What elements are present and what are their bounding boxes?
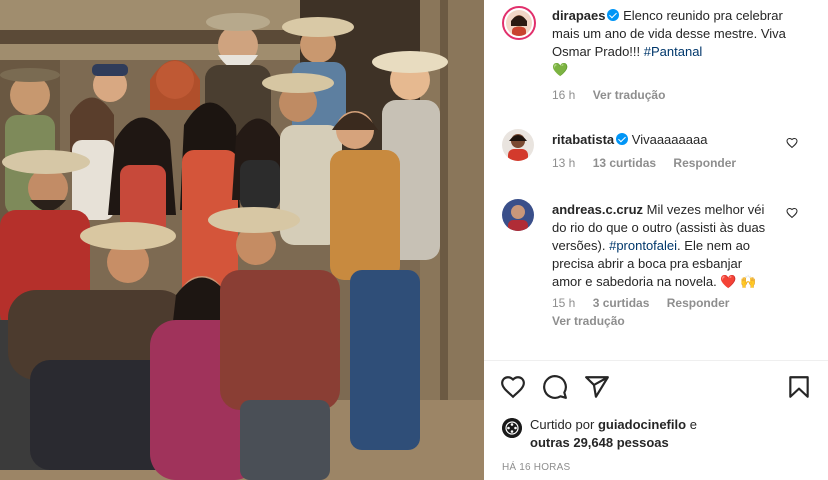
comment-likes[interactable]: 13 curtidas: [593, 156, 656, 170]
green-heart-emoji: 💚: [552, 62, 569, 77]
post-photo[interactable]: [0, 0, 484, 480]
actions-divider: [484, 360, 828, 361]
commenter-avatar-image: [502, 199, 534, 231]
likes-others[interactable]: outras 29,648 pessoas: [530, 435, 669, 450]
comment-translate-row: Ver tradução: [552, 313, 774, 329]
film-reel-icon: [502, 418, 522, 438]
comment-like-heart-icon[interactable]: [786, 207, 798, 219]
comment-reply-button[interactable]: Responder: [667, 296, 730, 310]
heart-icon[interactable]: [500, 374, 526, 400]
author-username[interactable]: dirapaes: [552, 8, 605, 23]
comment-emojis: ❤️ 🙌: [720, 274, 757, 289]
likes-middle: e: [689, 417, 697, 432]
comment-likes[interactable]: 3 curtidas: [593, 296, 650, 310]
comment-body: ritabatista Vivaaaaaaaa 13 h 13 curtidas…: [552, 131, 800, 171]
caption-meta: 16 h Ver tradução: [552, 87, 800, 103]
likes-prefix: Curtido por: [530, 417, 595, 432]
verified-badge-icon: [616, 133, 629, 145]
comment-text: Vivaaaaaaaa: [631, 132, 708, 147]
action-bar: [500, 374, 812, 400]
likes-text: Curtido por guiadocinefilo e outras 29,6…: [530, 416, 810, 452]
cast-photo-illustration: [0, 0, 484, 480]
comment-icon[interactable]: [542, 374, 568, 400]
commenter-avatar[interactable]: [502, 129, 534, 161]
comment-hashtag[interactable]: #prontofalei: [609, 238, 677, 253]
post-timestamp[interactable]: HÁ 16 HORAS: [502, 462, 570, 473]
comment-time[interactable]: 15 h: [552, 296, 575, 310]
author-avatar-image: [506, 10, 532, 36]
comment-body: andreas.c.cruz Mil vezes melhor véi do r…: [552, 201, 774, 329]
share-icon[interactable]: [584, 374, 610, 400]
comment-meta: 15 h 3 curtidas Responder: [552, 295, 774, 311]
caption-hashtag[interactable]: #Pantanal: [644, 44, 703, 59]
commenter-avatar-image: [502, 129, 534, 161]
comment-meta: 13 h 13 curtidas Responder: [552, 155, 800, 171]
author-avatar[interactable]: [502, 6, 536, 40]
commenter-avatar[interactable]: [502, 199, 534, 231]
comment-username[interactable]: ritabatista: [552, 132, 614, 147]
comment-reply-button[interactable]: Responder: [673, 156, 736, 170]
comment-like-heart-icon[interactable]: [786, 137, 798, 149]
caption-translate-link[interactable]: Ver tradução: [593, 88, 666, 102]
caption-time[interactable]: 16 h: [552, 88, 575, 102]
bookmark-icon[interactable]: [786, 374, 812, 400]
comment-time[interactable]: 13 h: [552, 156, 575, 170]
verified-badge-icon: [607, 9, 620, 21]
comment-username[interactable]: andreas.c.cruz: [552, 202, 643, 217]
post-panel: dirapaes Elenco reunido pra celebrar mai…: [484, 0, 828, 480]
likes-by-user[interactable]: guiadocinefilo: [598, 417, 686, 432]
comment-translate-link[interactable]: Ver tradução: [552, 314, 625, 328]
liker-avatar[interactable]: [502, 418, 522, 438]
caption-body: dirapaes Elenco reunido pra celebrar mai…: [552, 7, 800, 103]
